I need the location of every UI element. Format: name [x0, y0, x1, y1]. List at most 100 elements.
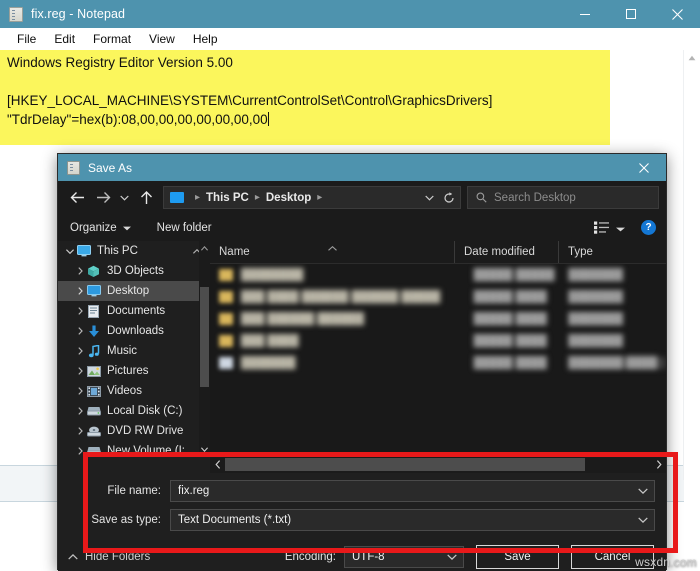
horizontal-scrollbar[interactable] [210, 456, 666, 473]
menu-file[interactable]: File [8, 30, 45, 48]
tree-item-music[interactable]: Music [58, 341, 210, 361]
tree-label: DVD RW Drive [107, 425, 184, 437]
scroll-up-icon[interactable] [684, 50, 700, 66]
chevron-right-icon[interactable] [74, 427, 86, 435]
maximize-button[interactable] [608, 0, 654, 28]
organize-button[interactable]: Organize [70, 222, 131, 234]
tree-item-3d-objects[interactable]: 3D Objects [58, 261, 210, 281]
tree-item-desktop[interactable]: Desktop [58, 281, 210, 301]
column-date-modified[interactable]: Date modified [455, 241, 559, 263]
forward-button[interactable] [90, 185, 116, 211]
column-type[interactable]: Type [559, 241, 666, 263]
tree-item-documents[interactable]: Documents [58, 301, 210, 321]
column-label: Type [568, 246, 593, 258]
watermark: wsxdn.com [635, 555, 697, 569]
chevron-down-icon[interactable] [447, 553, 457, 560]
table-row[interactable]: ███ ████ ██████ ██████ █████ █████ ████ … [210, 286, 666, 308]
up-button[interactable] [133, 185, 159, 211]
file-type: ███████ [568, 291, 623, 303]
table-row[interactable]: ███ ██████ ██████ █████ ████ ███████ [210, 308, 666, 330]
search-placeholder: Search Desktop [494, 191, 576, 204]
chevron-right-icon[interactable] [74, 387, 86, 395]
scroll-down-icon[interactable] [199, 442, 210, 456]
file-list[interactable]: Name Date modified Type ████████ █████ █… [210, 241, 666, 456]
new-folder-button[interactable]: New folder [157, 222, 212, 234]
breadcrumb-desktop[interactable]: Desktop [266, 192, 311, 204]
file-fields: File name: fix.reg Save as type: Text Do… [58, 473, 666, 538]
minimize-button[interactable] [562, 0, 608, 28]
column-label: Date modified [464, 246, 535, 258]
new-folder-label: New folder [156, 221, 212, 234]
tree-label: Music [107, 345, 138, 357]
recent-locations-button[interactable] [116, 185, 133, 211]
scrollbar-thumb[interactable] [200, 287, 209, 387]
chevron-right-icon[interactable] [74, 347, 86, 355]
folder-icon [219, 291, 233, 303]
refresh-icon[interactable] [438, 185, 460, 211]
view-dropdown-icon[interactable] [616, 219, 625, 237]
menu-edit[interactable]: Edit [45, 30, 84, 48]
column-name[interactable]: Name [210, 241, 455, 263]
navigation-tree[interactable]: This PC 3D Objects Desktop Documents Dow… [58, 241, 211, 456]
scrollbar-thumb[interactable] [225, 458, 585, 471]
close-button[interactable] [654, 0, 700, 28]
scrollbar-track[interactable] [225, 457, 651, 472]
file-name-input[interactable]: fix.reg [170, 480, 655, 502]
chevron-right-icon[interactable] [74, 267, 86, 275]
chevron-right-icon[interactable] [74, 307, 86, 315]
chevron-right-icon[interactable] [74, 367, 86, 375]
save-as-type-select[interactable]: Text Documents (*.txt) [170, 509, 655, 531]
tree-item-this-pc[interactable]: This PC [58, 241, 210, 261]
file-name-label: File name: [107, 485, 161, 497]
file-name-value: fix.reg [178, 485, 210, 497]
tree-item-videos[interactable]: Videos [58, 381, 210, 401]
sort-ascending-icon [328, 242, 337, 254]
file-name: ███████ [241, 357, 296, 369]
chevron-down-icon[interactable] [638, 488, 648, 494]
folder-icon [219, 335, 233, 347]
drive-icon [86, 405, 101, 418]
scroll-left-icon[interactable] [210, 456, 225, 473]
hide-folders-button[interactable]: Hide Folders [68, 551, 150, 563]
tree-item-local-disk[interactable]: Local Disk (C:) [58, 401, 210, 421]
tree-item-new-volume[interactable]: New Volume (I: [58, 441, 210, 456]
chevron-right-icon[interactable] [74, 287, 86, 295]
navigation-bar: ▸ This PC ▸ Desktop ▸ Search Desktop [58, 181, 666, 214]
tree-item-pictures[interactable]: Pictures [58, 361, 210, 381]
chevron-down-icon [122, 222, 131, 234]
disc-icon [86, 425, 101, 438]
notepad-vertical-scrollbar[interactable] [683, 50, 700, 480]
encoding-select[interactable]: UTF-8 [344, 545, 464, 568]
help-button[interactable]: ? [641, 220, 656, 235]
scroll-right-icon[interactable] [651, 456, 666, 473]
menu-help[interactable]: Help [184, 30, 227, 48]
tree-label: Downloads [107, 325, 164, 337]
search-box[interactable]: Search Desktop [467, 186, 659, 209]
menu-format[interactable]: Format [84, 30, 140, 48]
chevron-right-icon[interactable] [74, 327, 86, 335]
breadcrumb-this-pc[interactable]: This PC [206, 192, 249, 204]
view-options-icon[interactable] [594, 221, 610, 234]
chevron-right-icon[interactable] [74, 407, 86, 415]
tree-label: Videos [107, 385, 142, 397]
address-bar[interactable]: ▸ This PC ▸ Desktop ▸ [163, 186, 461, 209]
back-button[interactable] [64, 185, 90, 211]
dialog-close-button[interactable] [622, 154, 666, 181]
scroll-up-icon[interactable] [199, 241, 210, 255]
table-row[interactable]: ███ ████ █████ ████ ███████ [210, 330, 666, 352]
hide-folders-label: Hide Folders [85, 550, 151, 563]
table-row[interactable]: ████████ █████ █████ ███████ [210, 264, 666, 286]
chevron-down-icon[interactable] [638, 517, 648, 523]
address-dropdown-icon[interactable] [421, 185, 438, 211]
table-row[interactable]: ███████ █████ ████ ███████ ████ [210, 352, 666, 374]
tree-label: This PC [97, 245, 138, 257]
save-button[interactable]: Save [476, 544, 559, 569]
file-name: ███ ████ ██████ ██████ █████ [241, 291, 441, 303]
menu-view[interactable]: View [140, 30, 184, 48]
tree-item-downloads[interactable]: Downloads [58, 321, 210, 341]
file-rows: ████████ █████ █████ ███████ ███ ████ ██… [210, 264, 666, 457]
tree-scrollbar[interactable] [199, 241, 210, 456]
tree-item-dvd-drive[interactable]: DVD RW Drive [58, 421, 210, 441]
chevron-right-icon[interactable] [74, 447, 86, 455]
chevron-down-icon[interactable] [64, 248, 76, 254]
